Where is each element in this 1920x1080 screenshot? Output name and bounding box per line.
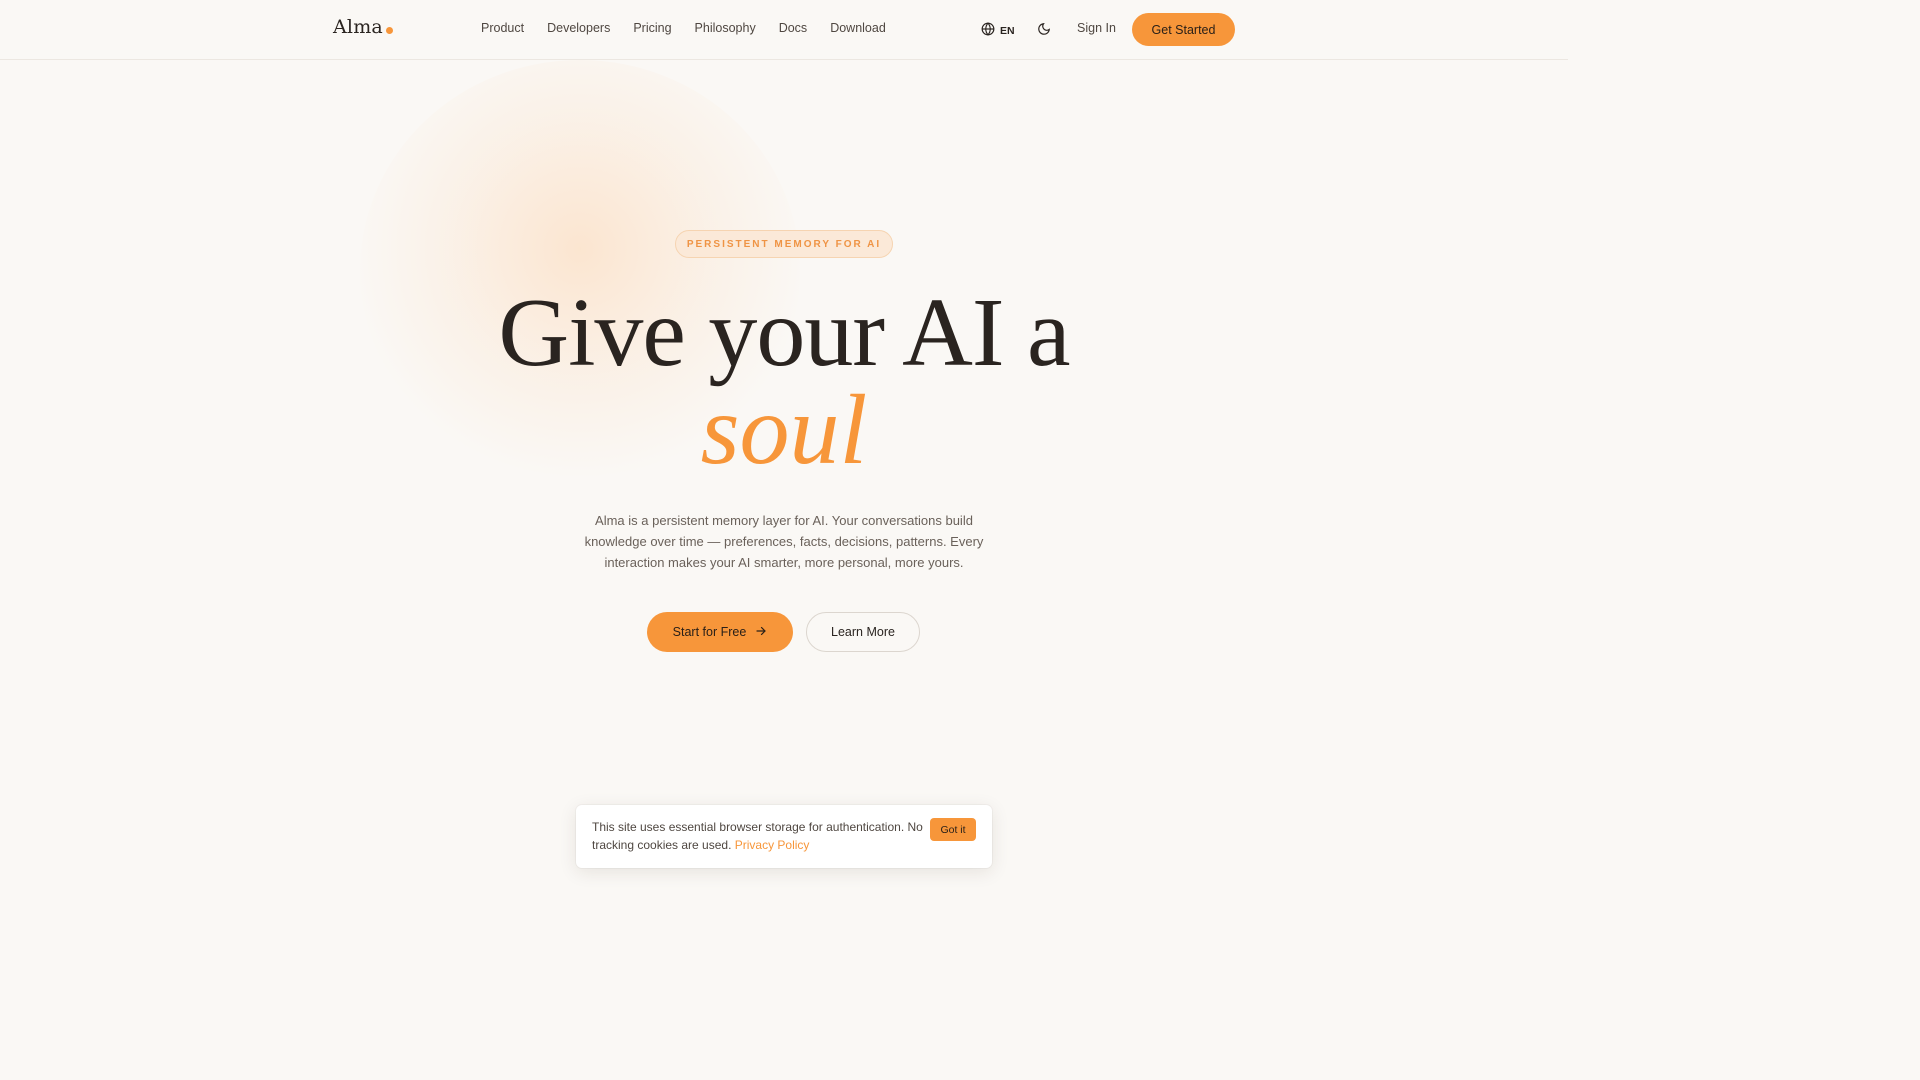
language-selector[interactable]: EN: [981, 22, 1015, 39]
start-for-free-label: Start for Free: [672, 625, 747, 639]
nav-item-product[interactable]: Product: [481, 21, 524, 35]
privacy-policy-link[interactable]: Privacy Policy: [735, 838, 810, 852]
nav-item-developers[interactable]: Developers: [547, 21, 610, 35]
moon-icon: [1037, 23, 1051, 40]
sign-in-link[interactable]: Sign In: [1077, 21, 1116, 35]
start-for-free-button[interactable]: Start for Free: [647, 612, 793, 652]
arrow-right-icon: [755, 625, 767, 640]
cookie-banner: This site uses essential browser storage…: [576, 805, 992, 868]
hero-description: Alma is a persistent memory layer for AI…: [584, 513, 984, 570]
theme-toggle-button[interactable]: [1037, 22, 1053, 38]
nav-item-pricing[interactable]: Pricing: [633, 21, 671, 35]
globe-icon: [981, 22, 995, 39]
get-started-button[interactable]: Get Started: [1132, 13, 1235, 46]
hero-badge: PERSISTENT MEMORY FOR AI: [675, 230, 893, 258]
nav-item-download[interactable]: Download: [830, 21, 886, 35]
language-label: EN: [1000, 24, 1015, 37]
cookie-accept-button[interactable]: Got it: [930, 818, 976, 841]
main-nav: Product Developers Pricing Philosophy Do…: [481, 21, 886, 35]
logo-dot: [385, 26, 393, 34]
logo[interactable]: Alma: [333, 16, 393, 38]
nav-item-docs[interactable]: Docs: [779, 21, 807, 35]
cookie-message: This site uses essential browser storage…: [592, 818, 927, 854]
hero-headline-accent: soul: [700, 374, 868, 485]
top-nav-bar: Alma Product Developers Pricing Philosop…: [0, 0, 1568, 60]
nav-item-philosophy[interactable]: Philosophy: [695, 21, 756, 35]
learn-more-button[interactable]: Learn More: [806, 612, 920, 652]
logo-text: Alma: [333, 16, 383, 38]
hero-headline: Give your AI a: [498, 279, 1070, 387]
